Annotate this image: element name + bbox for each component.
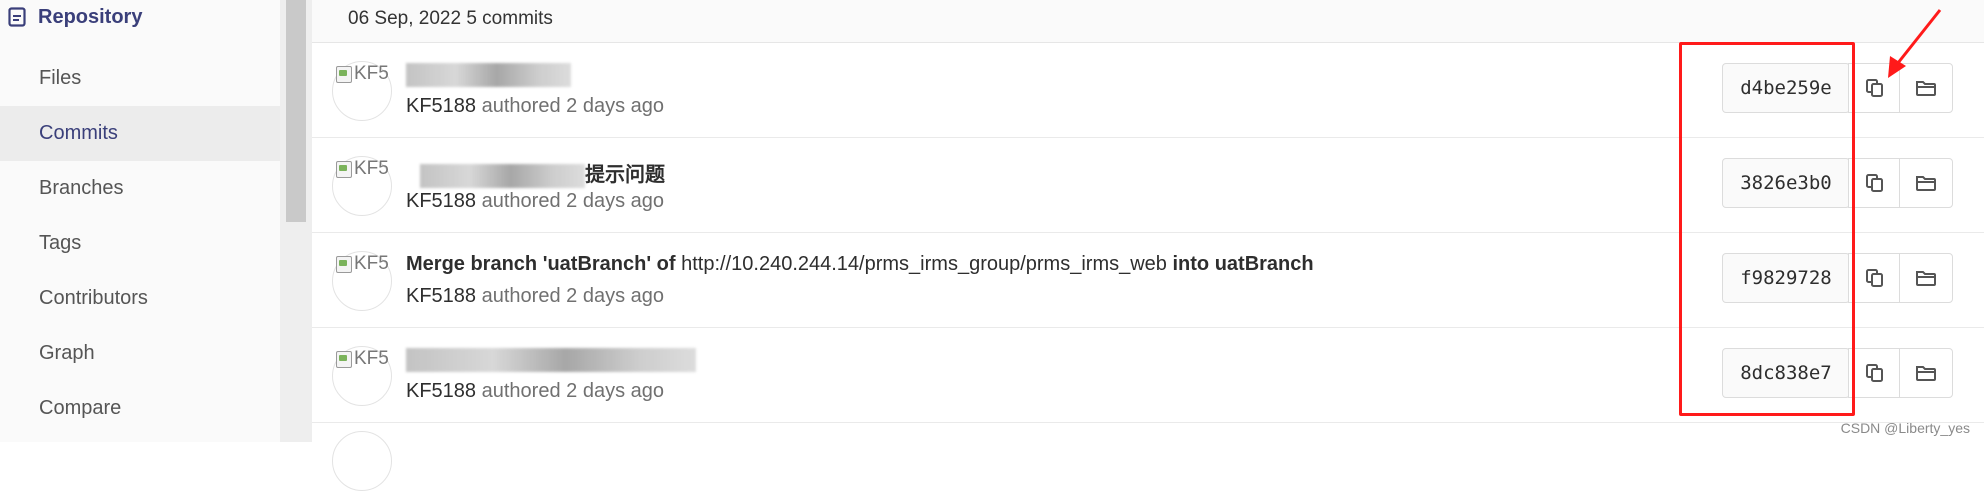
commits-date-label: 06 Sep, 2022 5 commits bbox=[348, 8, 553, 29]
sidebar-item-label: Graph bbox=[39, 342, 95, 364]
sidebar-header-label: Repository bbox=[38, 5, 143, 28]
folder-icon bbox=[1916, 366, 1936, 381]
commit-title-url: http://10.240.244.14/prms_irms_group/prm… bbox=[681, 253, 1167, 275]
folder-icon bbox=[1916, 271, 1936, 286]
commit-meta: KF5188 authored 2 days ago bbox=[406, 95, 664, 118]
commit-author-link[interactable]: KF5188 bbox=[406, 95, 476, 117]
annotation-highlight-box bbox=[1679, 42, 1855, 416]
copy-icon bbox=[1866, 174, 1883, 192]
sidebar-item-contributors[interactable]: Contributors bbox=[0, 271, 280, 326]
sidebar-item-label: Commits bbox=[39, 122, 118, 144]
avatar[interactable] bbox=[332, 431, 392, 491]
credit-watermark: CSDN @Liberty_yes bbox=[1840, 420, 1970, 436]
commit-meta: KF5188 authored 2 days ago bbox=[406, 285, 664, 308]
avatar-alt-text: KF5 bbox=[336, 253, 389, 275]
copy-icon bbox=[1866, 269, 1883, 287]
copy-sha-button[interactable] bbox=[1848, 253, 1902, 303]
copy-sha-button[interactable] bbox=[1848, 348, 1902, 398]
redacted-text bbox=[406, 348, 696, 372]
sidebar-item-label: Tags bbox=[39, 232, 82, 254]
commit-authored-text: authored 2 days ago bbox=[481, 380, 664, 402]
sidebar-item-label: Compare bbox=[39, 397, 122, 419]
sidebar-scrollbar-thumb[interactable] bbox=[286, 0, 306, 222]
browse-files-button[interactable] bbox=[1899, 253, 1953, 303]
commit-row-partial bbox=[312, 423, 1984, 491]
broken-image-icon bbox=[336, 255, 352, 273]
browse-files-button[interactable] bbox=[1899, 348, 1953, 398]
commit-authored-text: authored 2 days ago bbox=[481, 285, 664, 307]
commits-day-header: 06 Sep, 2022 5 commits bbox=[312, 0, 1984, 43]
broken-image-icon bbox=[336, 65, 352, 83]
avatar-alt-text: KF5 bbox=[336, 63, 389, 85]
document-icon bbox=[6, 6, 28, 28]
annotation-arrow-icon bbox=[1888, 9, 1942, 78]
copy-sha-button[interactable] bbox=[1848, 158, 1902, 208]
sidebar-item-label: Contributors bbox=[39, 287, 148, 309]
sidebar: Repository Files Commits Branches Tags C… bbox=[0, 0, 280, 442]
broken-image-icon bbox=[336, 350, 352, 368]
redacted-text bbox=[420, 163, 585, 188]
sidebar-item-label: Branches bbox=[39, 177, 124, 199]
sidebar-item-graph[interactable]: Graph bbox=[0, 326, 280, 381]
sidebar-header-repository[interactable]: Repository bbox=[0, 0, 280, 34]
sidebar-item-label: Files bbox=[39, 67, 82, 89]
commit-title-link[interactable] bbox=[406, 63, 571, 87]
commit-author-link[interactable]: KF5188 bbox=[406, 190, 476, 212]
commit-meta: KF5188 authored 2 days ago bbox=[406, 190, 664, 213]
commit-author-link[interactable]: KF5188 bbox=[406, 285, 476, 307]
commit-title-link[interactable] bbox=[406, 348, 696, 372]
commit-title-link[interactable]: 提示问题 bbox=[406, 158, 665, 188]
copy-icon bbox=[1866, 364, 1883, 382]
sidebar-item-commits[interactable]: Commits bbox=[0, 106, 280, 161]
commit-title-link[interactable]: Merge branch 'uatBranch' of http://10.24… bbox=[406, 253, 1314, 276]
sidebar-item-tags[interactable]: Tags bbox=[0, 216, 280, 271]
sidebar-item-files[interactable]: Files bbox=[0, 51, 280, 106]
commit-authored-text: authored 2 days ago bbox=[481, 95, 664, 117]
browse-files-button[interactable] bbox=[1899, 158, 1953, 208]
folder-icon bbox=[1916, 176, 1936, 191]
commit-authored-text: authored 2 days ago bbox=[481, 190, 664, 212]
sidebar-item-compare[interactable]: Compare bbox=[0, 381, 280, 436]
avatar-alt-text: KF5 bbox=[336, 348, 389, 370]
commit-author-link[interactable]: KF5188 bbox=[406, 380, 476, 402]
redacted-text bbox=[406, 63, 571, 87]
avatar-alt-text: KF5 bbox=[336, 158, 389, 180]
broken-image-icon bbox=[336, 160, 352, 178]
sidebar-item-branches[interactable]: Branches bbox=[0, 161, 280, 216]
commit-meta: KF5188 authored 2 days ago bbox=[406, 380, 664, 403]
